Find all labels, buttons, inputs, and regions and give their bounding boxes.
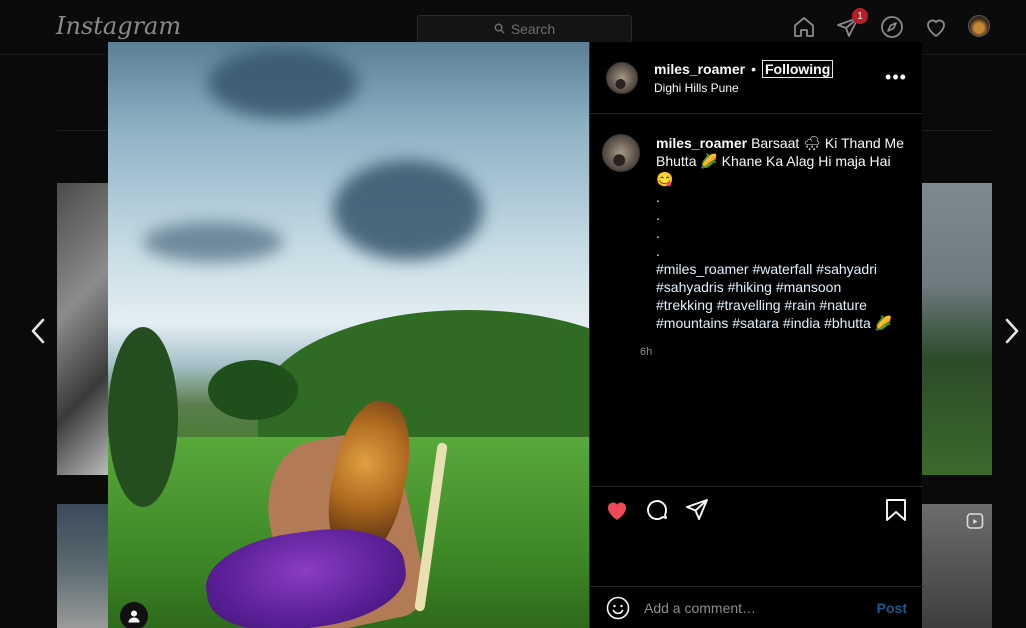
caption-line: . xyxy=(656,225,660,241)
author-avatar[interactable] xyxy=(606,61,638,94)
comments-area: miles_roamer Barsaat 🌧 Ki Thand Me Bhutta… xyxy=(590,114,922,486)
grid-thumbnail[interactable] xyxy=(57,504,109,628)
home-icon[interactable] xyxy=(792,15,816,39)
photo-tree xyxy=(208,360,298,420)
comment-input[interactable] xyxy=(644,599,877,616)
tagged-user-button[interactable] xyxy=(120,602,148,628)
share-icon[interactable] xyxy=(684,497,710,523)
photo-cloud xyxy=(208,48,358,118)
add-comment-bar: Post xyxy=(590,586,923,628)
post-modal: miles_roamer • Following Dighi Hills Pun… xyxy=(108,42,923,628)
caption-text: miles_roamer Barsaat 🌧 Ki Thand Me Bhutta… xyxy=(656,134,904,332)
grid-thumbnail[interactable] xyxy=(57,183,109,475)
direct-icon[interactable]: 1 xyxy=(836,8,868,39)
comment-icon[interactable] xyxy=(644,497,670,523)
like-heart-icon[interactable] xyxy=(604,497,630,523)
search-placeholder: Search xyxy=(510,21,556,37)
caption-line: Bhutta 🌽 Khane Ka Alag Hi maja Hai xyxy=(656,153,891,169)
profile-avatar[interactable] xyxy=(968,15,992,39)
caption-username[interactable]: miles_roamer xyxy=(656,135,747,151)
save-bookmark-icon[interactable] xyxy=(883,497,909,523)
post-location[interactable]: Dighi Hills Pune xyxy=(654,81,886,95)
photo-cloud xyxy=(143,222,283,262)
next-post-arrow-icon[interactable] xyxy=(1002,316,1022,346)
caption-line: Barsaat 🌧 Ki Thand Me xyxy=(751,135,904,151)
separator-dot: • xyxy=(751,61,756,77)
caption-line: . xyxy=(656,243,660,259)
hashtag-line[interactable]: #sahyadris #hiking #mansoon xyxy=(656,278,904,296)
nav-icons: 1 xyxy=(792,8,992,39)
photo-tree xyxy=(108,327,178,507)
post-header: miles_roamer • Following Dighi Hills Pun… xyxy=(590,42,922,114)
header-line: miles_roamer • Following xyxy=(654,60,886,78)
hashtag-line[interactable]: #trekking #travelling #rain #nature xyxy=(656,296,904,314)
grid-thumbnail[interactable] xyxy=(922,504,992,628)
caption-line: . xyxy=(656,207,660,223)
hashtag-line[interactable]: #miles_roamer #waterfall #sahyadri xyxy=(656,260,904,278)
caption-line: 😋 xyxy=(656,171,674,187)
caption-line: . xyxy=(656,189,660,205)
header-text: miles_roamer • Following Dighi Hills Pun… xyxy=(654,60,886,95)
avatar xyxy=(968,15,990,37)
notification-badge: 1 xyxy=(852,8,868,24)
search-bar[interactable]: Search xyxy=(417,15,632,43)
photo-cloud xyxy=(333,160,483,260)
user-icon xyxy=(128,610,140,623)
grid-thumbnail[interactable] xyxy=(922,183,992,475)
reel-icon xyxy=(966,512,984,530)
previous-post-arrow-icon[interactable] xyxy=(28,316,48,346)
post-comment-button[interactable]: Post xyxy=(877,600,907,616)
search-icon xyxy=(494,21,505,37)
caption-author-avatar[interactable] xyxy=(602,134,640,172)
author-username[interactable]: miles_roamer xyxy=(654,61,745,77)
emoji-icon[interactable] xyxy=(606,596,630,620)
post-actions xyxy=(590,486,923,586)
instagram-logo[interactable]: Instagram xyxy=(56,12,181,40)
caption-block: miles_roamer Barsaat 🌧 Ki Thand Me Bhutta… xyxy=(640,134,904,486)
activity-heart-icon[interactable] xyxy=(924,15,948,39)
post-timestamp[interactable]: 6h xyxy=(640,346,904,358)
post-details-panel: miles_roamer • Following Dighi Hills Pun… xyxy=(589,42,923,628)
explore-icon[interactable] xyxy=(880,15,904,39)
following-button[interactable]: Following xyxy=(761,60,834,78)
more-options-icon[interactable]: ••• xyxy=(885,67,906,88)
post-photo[interactable] xyxy=(108,42,589,628)
hashtag-line[interactable]: #mountains #satara #india #bhutta 🌽 xyxy=(656,314,904,332)
